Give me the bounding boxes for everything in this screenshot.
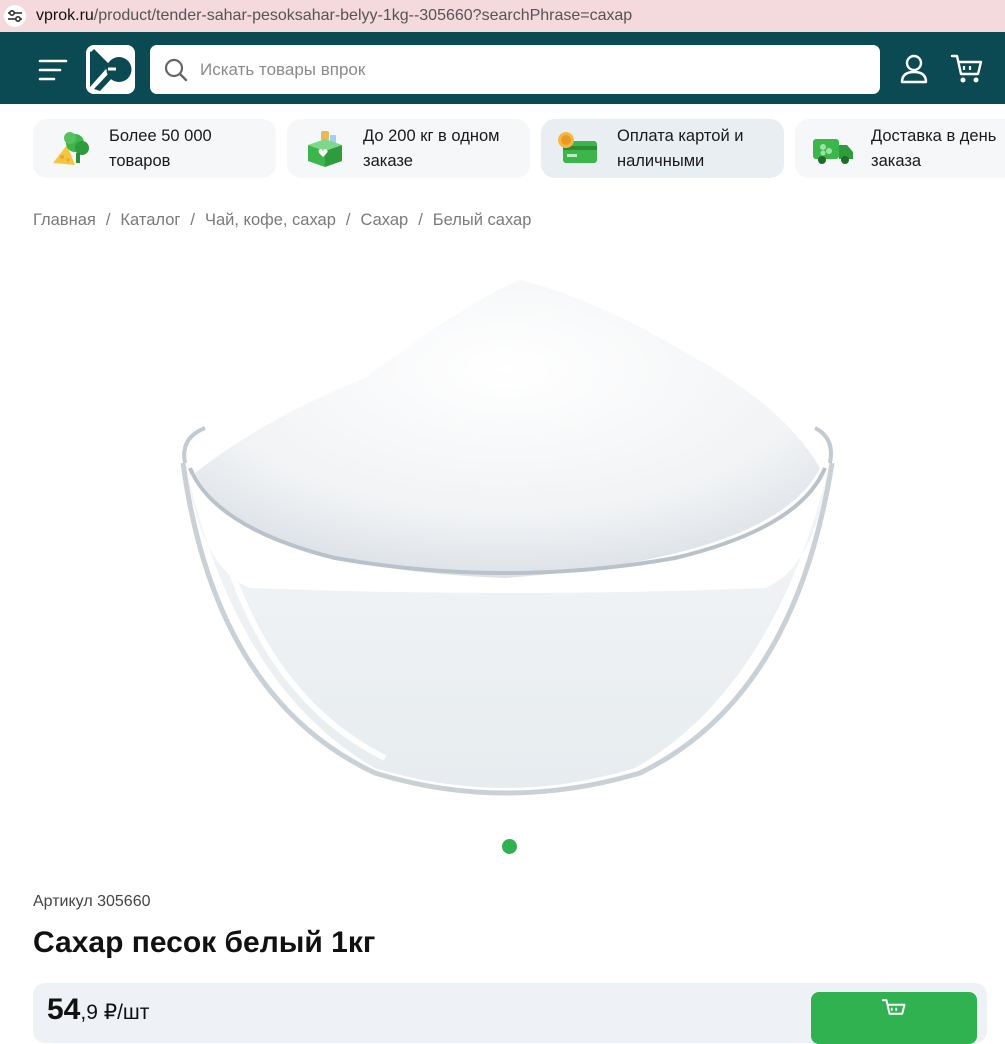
product-title: Сахар песок белый 1кг bbox=[33, 926, 376, 959]
benefit-payment[interactable]: Оплата картой и наличными bbox=[541, 119, 784, 178]
benefit-order-weight[interactable]: До 200 кг в одном заказе bbox=[287, 119, 530, 178]
product-image[interactable] bbox=[175, 268, 840, 808]
breadcrumb-tea-coffee-sugar[interactable]: Чай, кофе, сахар bbox=[205, 211, 336, 230]
benefit-line2: наличными bbox=[617, 151, 705, 170]
product-article: Артикул 305660 bbox=[33, 893, 151, 910]
search-bar[interactable] bbox=[150, 45, 880, 94]
price-panel: 54,9 ₽/шт bbox=[33, 983, 987, 1044]
hamburger-menu-icon[interactable] bbox=[38, 57, 68, 83]
breadcrumb-catalog[interactable]: Каталог bbox=[120, 211, 180, 230]
price-main: 54 bbox=[47, 993, 81, 1026]
site-header bbox=[0, 35, 1005, 104]
breadcrumb-sugar[interactable]: Сахар bbox=[360, 211, 408, 230]
user-icon[interactable] bbox=[898, 53, 930, 85]
site-settings-icon[interactable] bbox=[4, 5, 26, 27]
cart-icon[interactable] bbox=[950, 53, 984, 85]
breadcrumb-separator: / bbox=[345, 211, 351, 229]
breadcrumb-separator: / bbox=[105, 211, 111, 229]
benefit-delivery[interactable]: Доставка в день заказа bbox=[795, 119, 1005, 178]
breadcrumb: Главная / Каталог / Чай, кофе, сахар / С… bbox=[33, 211, 531, 230]
search-icon[interactable] bbox=[164, 58, 188, 82]
benefit-line1: До 200 кг в одном bbox=[363, 126, 500, 145]
search-input[interactable] bbox=[198, 58, 842, 81]
benefit-line1: Более 50 000 bbox=[109, 126, 212, 145]
price-cents: ,9 bbox=[80, 1001, 98, 1024]
breadcrumb-separator: / bbox=[190, 211, 195, 229]
box-icon bbox=[308, 130, 342, 167]
cart-icon bbox=[881, 999, 906, 1015]
benefits-strip: Более 50 000 товаров До 200 кг в одном зак… bbox=[33, 119, 1005, 178]
url-path: /product/tender-sahar-pesoksahar-belyy-1… bbox=[93, 7, 633, 24]
product-price: 54,9 ₽/шт bbox=[47, 993, 149, 1027]
breadcrumb-white-sugar[interactable]: Белый сахар bbox=[433, 211, 532, 230]
breadcrumb-home[interactable]: Главная bbox=[33, 211, 96, 230]
url-host: vprok.ru bbox=[36, 7, 94, 24]
vprok-logo-icon[interactable] bbox=[86, 45, 135, 94]
delivery-truck-icon bbox=[813, 138, 853, 164]
payment-card-icon bbox=[558, 131, 597, 163]
benefit-line1: Оплата картой и bbox=[617, 126, 744, 145]
produce-icon bbox=[53, 131, 89, 165]
benefit-line2: заказе bbox=[363, 151, 413, 170]
benefit-line1: Доставка в день bbox=[871, 126, 997, 145]
add-to-cart-button[interactable] bbox=[811, 992, 977, 1044]
benefit-assortment[interactable]: Более 50 000 товаров bbox=[33, 119, 276, 178]
breadcrumb-separator: / bbox=[418, 211, 423, 229]
browser-url-bar[interactable]: vprok.ru/product/tender-sahar-pesoksahar… bbox=[0, 0, 1005, 32]
benefit-line2: заказа bbox=[871, 151, 922, 170]
price-unit: ₽/шт bbox=[97, 1001, 150, 1024]
gallery-dot-active[interactable] bbox=[502, 839, 517, 854]
benefit-line2: товаров bbox=[109, 151, 171, 170]
url-text[interactable]: vprok.ru/product/tender-sahar-pesoksahar… bbox=[36, 7, 632, 25]
